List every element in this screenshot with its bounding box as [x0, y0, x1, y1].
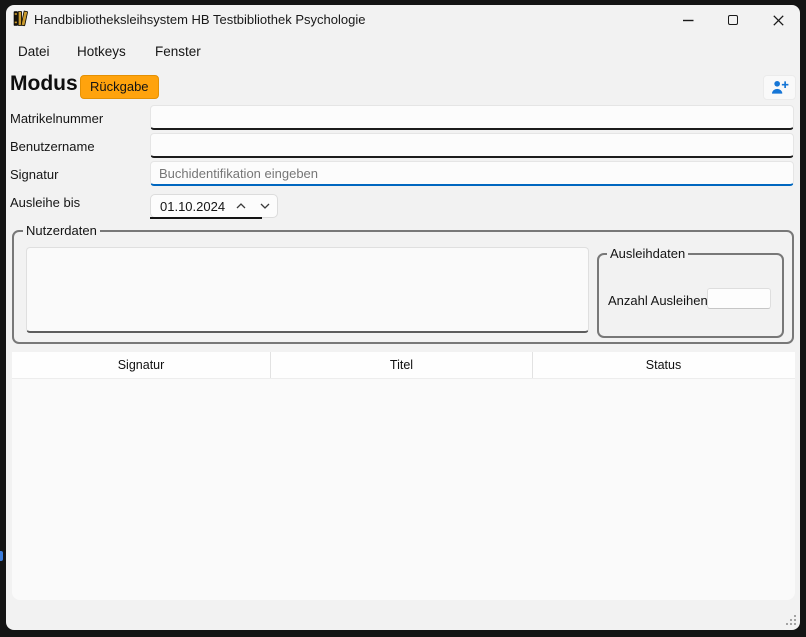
ausleihdaten-legend: Ausleihdaten: [607, 246, 688, 261]
maximize-button[interactable]: [719, 8, 747, 32]
maximize-icon: [728, 15, 738, 25]
books-icon: [13, 10, 30, 27]
close-icon: [773, 15, 784, 26]
date-value[interactable]: 01.10.2024: [151, 199, 229, 214]
date-step-down-button[interactable]: [253, 196, 277, 216]
desktop-frame: Handbibliotheksleihsystem HB Testbibliot…: [0, 0, 806, 637]
column-header-signatur[interactable]: Signatur: [12, 352, 271, 378]
ausleihe-bis-label: Ausleihe bis: [10, 195, 80, 210]
window-title: Handbibliotheksleihsystem HB Testbibliot…: [34, 12, 365, 27]
mode-badge: Rückgabe: [80, 75, 159, 99]
close-button[interactable]: [764, 8, 792, 32]
title-bar[interactable]: Handbibliotheksleihsystem HB Testbibliot…: [6, 5, 800, 37]
chevron-up-icon: [236, 203, 246, 209]
add-user-button[interactable]: [763, 75, 796, 100]
benutzername-field[interactable]: [150, 133, 794, 158]
signatur-field[interactable]: [150, 161, 794, 186]
minimize-icon: [683, 19, 694, 22]
benutzername-label: Benutzername: [10, 139, 95, 154]
anzahl-ausleihen-field[interactable]: [707, 288, 771, 309]
table-header-row: Signatur Titel Status: [12, 352, 795, 379]
ausleihe-bis-date-spinner[interactable]: 01.10.2024: [150, 194, 278, 218]
nutzerdaten-textarea[interactable]: [26, 247, 589, 333]
menu-item-fenster[interactable]: Fenster: [155, 44, 201, 59]
menu-item-hotkeys[interactable]: Hotkeys: [77, 44, 126, 59]
anzahl-ausleihen-label: Anzahl Ausleihen: [608, 293, 708, 308]
menu-bar: Datei Hotkeys Fenster: [6, 41, 800, 65]
loans-table: Signatur Titel Status: [12, 352, 795, 600]
menu-item-datei[interactable]: Datei: [18, 44, 50, 59]
matrikelnummer-label: Matrikelnummer: [10, 111, 103, 126]
mode-title: Modus: [10, 72, 78, 96]
minimize-button[interactable]: [674, 8, 702, 32]
person-add-icon: [770, 80, 789, 95]
matrikelnummer-field[interactable]: [150, 105, 794, 130]
resize-grip-icon: [784, 613, 798, 627]
nutzerdaten-legend: Nutzerdaten: [23, 223, 100, 238]
chevron-down-icon: [260, 203, 270, 209]
column-header-status[interactable]: Status: [533, 352, 794, 378]
date-step-up-button[interactable]: [229, 196, 253, 216]
ausleihdaten-groupbox: Ausleihdaten Anzahl Ausleihen: [597, 253, 784, 338]
resize-grip[interactable]: [784, 613, 798, 630]
signatur-label: Signatur: [10, 167, 58, 182]
table-body-empty: [12, 379, 795, 600]
app-window: Handbibliotheksleihsystem HB Testbibliot…: [6, 5, 800, 630]
edge-accent-indicator: [0, 551, 3, 561]
column-header-titel[interactable]: Titel: [271, 352, 533, 378]
